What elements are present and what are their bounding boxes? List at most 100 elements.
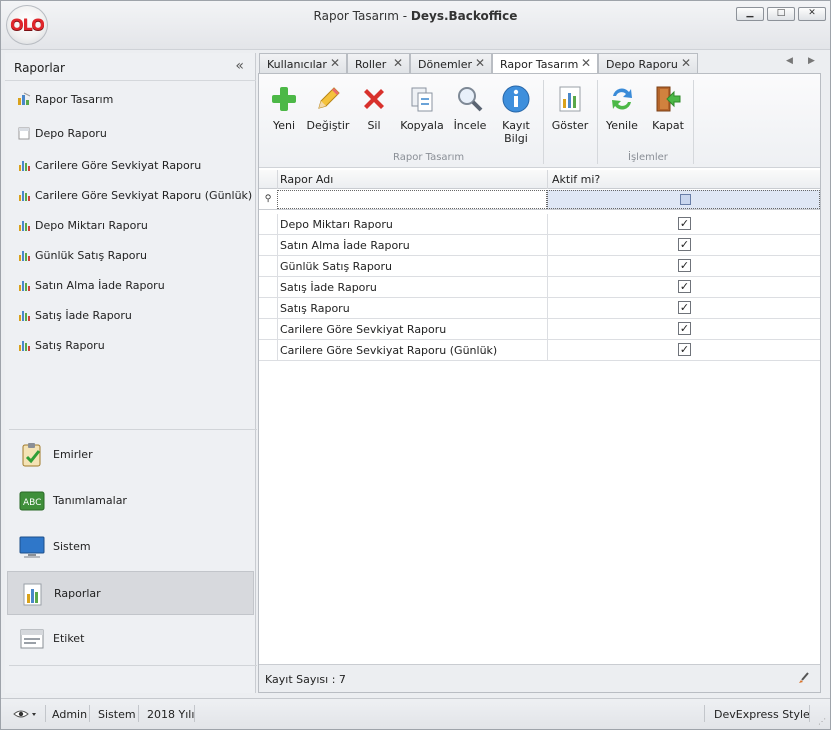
tab-label: Roller [355, 58, 387, 71]
nav-item-satin-alma-iade[interactable]: Satın Alma İade Raporu [5, 275, 256, 297]
status-year[interactable]: 2018 Yılı [147, 708, 194, 721]
eye-icon[interactable] [13, 708, 37, 720]
nav-item-label: Satış Raporu [35, 339, 105, 352]
tab-label: Rapor Tasarım [500, 58, 579, 71]
refresh-icon [612, 88, 632, 110]
svg-text:ABC: ABC [23, 498, 41, 508]
tab-depo-raporu[interactable]: Depo Raporu ✕ [598, 53, 698, 74]
title-bar: OLO Rapor Tasarım - Deys.Backoffice ▁ □ … [1, 1, 830, 50]
cell-rapor-adi: Satış İade Raporu [277, 277, 547, 297]
filter-input-rapor-adi[interactable] [277, 190, 547, 209]
delete-button[interactable]: Sil [349, 78, 399, 144]
nav-group-tanimlamalar[interactable]: ABC Tanımlamalar [7, 479, 254, 523]
close-tab-icon[interactable]: ✕ [393, 56, 403, 70]
close-tab-icon[interactable]: ✕ [681, 56, 691, 70]
refresh-button[interactable]: Yenile [597, 78, 647, 144]
close-tab-icon[interactable]: ✕ [330, 56, 340, 70]
grid-header: Rapor Adı Aktif mi? [259, 170, 820, 189]
active-checkbox[interactable]: ✓ [678, 280, 691, 293]
nav-pane-title: Raporlar [14, 61, 65, 75]
filter-icon: ⚲ [264, 194, 272, 204]
column-header-rapor-adi[interactable]: Rapor Adı [277, 170, 547, 189]
active-checkbox[interactable]: ✓ [678, 259, 691, 272]
close-button[interactable]: ✕ [798, 7, 826, 21]
cell-aktif-mi: ✓ [547, 277, 820, 297]
table-row[interactable]: Satış İade Raporu ✓ [259, 277, 820, 298]
nav-item-label: Günlük Satış Raporu [35, 249, 148, 262]
table-row[interactable]: Carilere Göre Sevkiyat Raporu (Günlük) ✓ [259, 340, 820, 361]
button-label: Yeni [272, 119, 296, 132]
nav-item-label: Satın Alma İade Raporu [35, 279, 165, 292]
active-checkbox[interactable]: ✓ [678, 217, 691, 230]
row-indicator [259, 319, 277, 339]
table-row[interactable]: Carilere Göre Sevkiyat Raporu ✓ [259, 319, 820, 340]
active-checkbox[interactable]: ✓ [678, 301, 691, 314]
active-checkbox[interactable]: ✓ [678, 322, 691, 335]
collapse-pane-icon[interactable]: « [235, 58, 244, 74]
column-header-aktif-mi[interactable]: Aktif mi? [547, 170, 820, 189]
edit-button[interactable]: Değiştir [303, 78, 353, 144]
status-skin[interactable]: DevExpress Style [714, 708, 810, 721]
nav-item-carilere-gore-sevkiyat-gunluk[interactable]: Carilere Göre Sevkiyat Raporu (Günlük) [5, 185, 256, 207]
exit-door-icon [656, 86, 681, 112]
cell-aktif-mi: ✓ [547, 298, 820, 318]
cell-rapor-adi: Günlük Satış Raporu [277, 256, 547, 276]
copy-button[interactable]: Kopyala [397, 78, 447, 144]
nav-group-sistem[interactable]: Sistem [7, 525, 254, 569]
nav-item-label: Carilere Göre Sevkiyat Raporu (Günlük) [35, 189, 253, 202]
filter-cell-aktif-mi[interactable] [547, 190, 820, 209]
nav-group-raporlar[interactable]: Raporlar [7, 571, 254, 615]
nav-item-rapor-tasarim[interactable]: Rapor Tasarım [5, 89, 256, 111]
table-row[interactable]: Depo Miktarı Raporu ✓ [259, 214, 820, 235]
table-row[interactable]: Satın Alma İade Raporu ✓ [259, 235, 820, 256]
nav-item-satis-iade[interactable]: Satış İade Raporu [5, 305, 256, 327]
nav-item-depo-miktari[interactable]: Depo Miktarı Raporu [5, 215, 256, 237]
nav-item-satis-raporu[interactable]: Satış Raporu [5, 335, 256, 357]
ribbon-group-label-rapor-tasarim: Rapor Tasarım [393, 152, 465, 163]
filter-checkbox[interactable] [680, 194, 691, 205]
close-tab-icon[interactable]: ✕ [475, 56, 485, 70]
nav-group-etiket[interactable]: Etiket [7, 617, 254, 661]
nav-item-carilere-gore-sevkiyat[interactable]: Carilere Göre Sevkiyat Raporu [5, 155, 256, 177]
resize-grip-icon[interactable]: ⋰ [818, 717, 828, 727]
nav-item-gunluk-satis[interactable]: Günlük Satış Raporu [5, 245, 256, 267]
title-prefix: Rapor Tasarım - [313, 9, 411, 23]
active-checkbox[interactable]: ✓ [678, 238, 691, 251]
label-icon [20, 629, 44, 649]
bar-chart-icon [19, 161, 30, 171]
window-title: Rapor Tasarım - Deys.Backoffice [1, 9, 830, 23]
bar-chart-icon [19, 191, 30, 201]
maximize-button[interactable]: □ [767, 7, 795, 21]
status-module[interactable]: Sistem [98, 708, 136, 721]
show-button[interactable]: Göster [545, 78, 595, 144]
nav-item-label: Carilere Göre Sevkiyat Raporu [35, 159, 202, 172]
status-user[interactable]: Admin [52, 708, 87, 721]
cell-rapor-adi: Satın Alma İade Raporu [277, 235, 547, 255]
tab-kullanicilar[interactable]: Kullanıcılar ✕ [259, 53, 347, 74]
minimize-button[interactable]: ▁ [736, 7, 764, 21]
brush-icon[interactable] [796, 671, 810, 685]
cell-aktif-mi: ✓ [547, 214, 820, 234]
inspect-button[interactable]: İncele [445, 78, 495, 144]
new-button[interactable]: Yeni [259, 78, 309, 144]
table-row[interactable]: Satış Raporu ✓ [259, 298, 820, 319]
title-app-name: Deys.Backoffice [410, 9, 518, 23]
tab-scroll-right-icon[interactable]: ▶ [808, 56, 815, 66]
tab-rapor-tasarim[interactable]: Rapor Tasarım ✕ [492, 53, 598, 75]
main-window: OLO Rapor Tasarım - Deys.Backoffice ▁ □ … [0, 0, 831, 730]
nav-group-emirler[interactable]: Emirler [7, 433, 254, 477]
tab-label: Dönemler [418, 58, 473, 71]
tab-roller[interactable]: Roller ✕ [347, 53, 410, 74]
close-tab-icon[interactable]: ✕ [581, 56, 591, 70]
tab-donemler[interactable]: Dönemler ✕ [410, 53, 492, 74]
nav-item-depo-raporu[interactable]: Depo Raporu [5, 123, 256, 145]
nav-group-label: Emirler [53, 448, 93, 461]
close-form-button[interactable]: Kapat [643, 78, 693, 144]
table-row[interactable]: Günlük Satış Raporu ✓ [259, 256, 820, 277]
cell-rapor-adi: Depo Miktarı Raporu [277, 214, 547, 234]
active-checkbox[interactable]: ✓ [678, 343, 691, 356]
button-label: Kapat [652, 119, 684, 132]
record-info-button[interactable]: Kayıt Bilgi [491, 78, 541, 145]
tab-scroll-left-icon[interactable]: ◀ [786, 56, 793, 66]
nav-group-label: Tanımlamalar [53, 494, 127, 507]
